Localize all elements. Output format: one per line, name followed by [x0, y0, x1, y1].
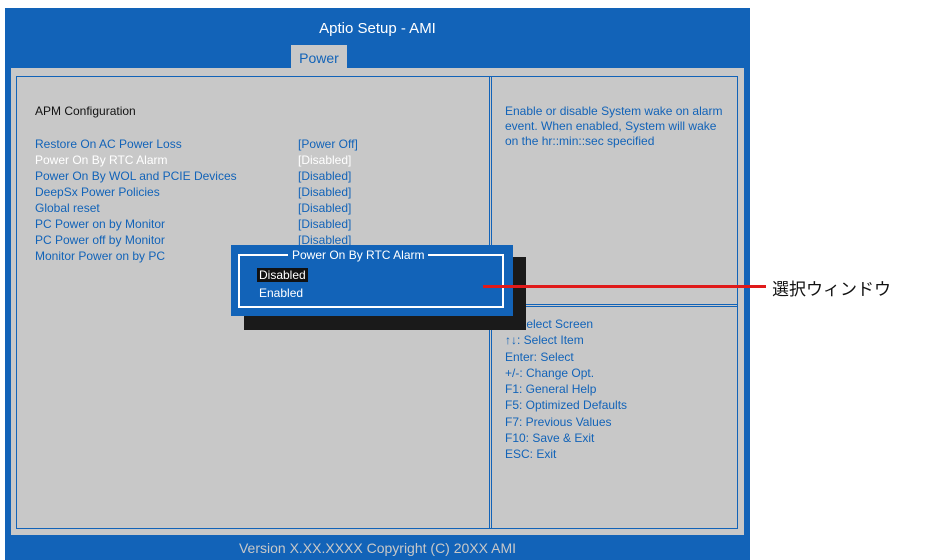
key-hint: ESC: Exit — [505, 447, 557, 462]
option-disabled[interactable]: Disabled — [257, 268, 308, 282]
option-enabled[interactable]: Enabled — [257, 286, 305, 300]
setting-value[interactable]: [Disabled] — [298, 184, 351, 200]
selection-popup: Power On By RTC Alarm Disabled Enabled — [231, 245, 513, 316]
setting-label: Power On By WOL and PCIE Devices — [35, 169, 237, 183]
window-title: Aptio Setup - AMI — [319, 20, 436, 37]
setting-label: DeepSx Power Policies — [35, 185, 160, 199]
section-title: APM Configuration — [35, 104, 136, 118]
setting-label: Power On By RTC Alarm — [35, 153, 168, 167]
key-hint: Enter: Select — [505, 349, 574, 364]
key-hint: F7: Previous Values — [505, 414, 612, 429]
footer-version: Version X.XX.XXXX Copyright (C) 20XX AMI — [238, 540, 516, 556]
key-hint: +/-: Change Opt. — [505, 365, 595, 380]
key-hint: F10: Save & Exit — [505, 431, 595, 446]
key-hint: : Select Screen — [505, 317, 594, 331]
setting-value[interactable]: [Disabled] — [298, 168, 351, 184]
setting-label: Restore On AC Power Loss — [35, 137, 182, 151]
help-description: Enable or disable System wake on alarm e… — [505, 104, 723, 148]
setting-value[interactable]: [Disabled] — [298, 200, 351, 216]
setting-value[interactable]: [Power Off] — [298, 136, 358, 152]
setting-power-on-by-wol[interactable]: Power On By WOL and PCIE Devices [Disabl… — [35, 168, 475, 184]
setting-pc-power-on-by-monitor[interactable]: PC Power on by Monitor [Disabled] — [35, 216, 475, 232]
setting-power-on-by-rtc-alarm[interactable]: Power On By RTC Alarm [Disabled] — [35, 152, 475, 168]
setting-label: Global reset — [35, 201, 100, 215]
callout-label: 選択ウィンドウ — [772, 280, 891, 299]
setting-deepsx-power-policies[interactable]: DeepSx Power Policies [Disabled] — [35, 184, 475, 200]
key-hint: F1: General Help — [505, 382, 597, 397]
setting-value[interactable]: [Disabled] — [298, 152, 351, 168]
callout-line — [483, 285, 766, 288]
setting-label: PC Power on by Monitor — [35, 217, 166, 231]
setting-label: PC Power off by Monitor — [35, 233, 165, 247]
key-legend: : Select Screen ↑↓: Select Item Enter: S… — [505, 316, 725, 463]
setting-value[interactable]: [Disabled] — [298, 216, 351, 232]
key-hint: ↑↓: Select Item — [505, 333, 584, 348]
setting-global-reset[interactable]: Global reset [Disabled] — [35, 200, 475, 216]
setting-label: Monitor Power on by PC — [35, 249, 166, 263]
setting-restore-on-ac-power-loss[interactable]: Restore On AC Power Loss [Power Off] — [35, 136, 475, 152]
key-hint: F5: Optimized Defaults — [505, 398, 628, 413]
help-divider — [492, 304, 738, 307]
popup-title: Power On By RTC Alarm — [288, 248, 429, 262]
